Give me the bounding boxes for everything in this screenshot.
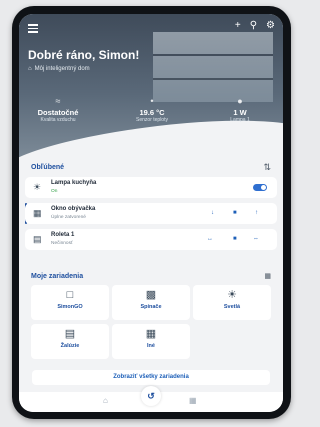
grid-view-icon[interactable]: ▦ (264, 272, 271, 280)
stat-temperature[interactable]: • 19.6 °C Senzor teploty (121, 96, 183, 124)
favorites-title: Obľúbené (31, 164, 65, 171)
tile-simongo[interactable]: □ SimonGO (31, 285, 109, 320)
hub-icon: □ (66, 289, 74, 301)
devices-title: Moje zariadenia (31, 273, 84, 280)
window-icon: ▦ (33, 208, 42, 218)
home-selector[interactable]: ⌂ Môj inteligentný dom (28, 66, 90, 72)
home-tab-icon[interactable]: ⌂ (103, 396, 108, 405)
settings-icon[interactable]: ⚙ (266, 20, 275, 31)
tile-spinace[interactable]: ▩ Spínače (112, 285, 190, 320)
tile-ine[interactable]: ▦ Iné (112, 324, 190, 359)
air-quality-icon: ≈ (55, 96, 61, 106)
tile-svetla[interactable]: ☀ Svetlá (193, 285, 271, 320)
home-icon: ⌂ (28, 66, 32, 72)
lamp-icon: ● (237, 96, 243, 106)
tile-zaluzie[interactable]: ▤ Žalúzie (31, 324, 109, 359)
search-icon[interactable]: ⚲ (250, 20, 257, 31)
greeting-title: Dobré ráno, Simon! (28, 48, 140, 62)
plus-icon[interactable]: + (235, 20, 241, 31)
thermometer-icon: • (150, 96, 154, 106)
lamp-icon: ☀ (33, 182, 42, 192)
menu-icon[interactable] (28, 22, 38, 35)
switch-icon: ▩ (145, 289, 157, 301)
home-name: Môj inteligentný dom (34, 66, 90, 72)
lamp-toggle[interactable] (253, 184, 267, 191)
stop-icon[interactable]: ■ (233, 210, 237, 216)
hero-banner: + ⚲ ⚙ Dobré ráno, Simon! ⌂ Môj inteligen… (19, 14, 283, 223)
stat-air-quality[interactable]: ≈ Dostatočné Kvalita vzduchu (27, 96, 89, 124)
window-background (153, 32, 273, 102)
grid-icon: ▦ (145, 328, 157, 340)
expand-icon[interactable]: ↔ (207, 236, 213, 242)
rooms-tab-icon[interactable]: ▦ (189, 396, 197, 405)
show-all-devices-button[interactable]: Zobraziť všetky zariadenia (32, 370, 270, 385)
blind-icon: ▤ (33, 234, 42, 244)
stat-lamp-power[interactable]: ● 1 W Lampa 1 (209, 96, 271, 124)
down-arrow-icon[interactable]: ↓ (211, 210, 214, 216)
blinds-icon: ▤ (64, 328, 76, 340)
up-arrow-icon[interactable]: ↑ (255, 210, 258, 216)
sort-icon[interactable]: ⇅ (263, 162, 271, 173)
stop-icon[interactable]: ■ (233, 236, 237, 242)
collapse-icon[interactable]: ⇔ (253, 236, 259, 242)
light-icon: ☀ (227, 289, 237, 301)
center-action-button[interactable]: ↺ (141, 386, 161, 406)
favorite-lampa-kuchyna[interactable]: ☀ Lampa kuchyňa On (25, 177, 277, 198)
app-screen: + ⚲ ⚙ Dobré ráno, Simon! ⌂ Môj inteligen… (19, 14, 283, 412)
favorite-roleta-1[interactable]: ▤ Roleta 1 Nečinnosť ↔ ■ ⇔ (25, 229, 277, 250)
favorite-okno-obyvacka[interactable]: ▦ Okno obývačka Úplne zatvorené ↓ ■ ↑ (25, 203, 277, 224)
